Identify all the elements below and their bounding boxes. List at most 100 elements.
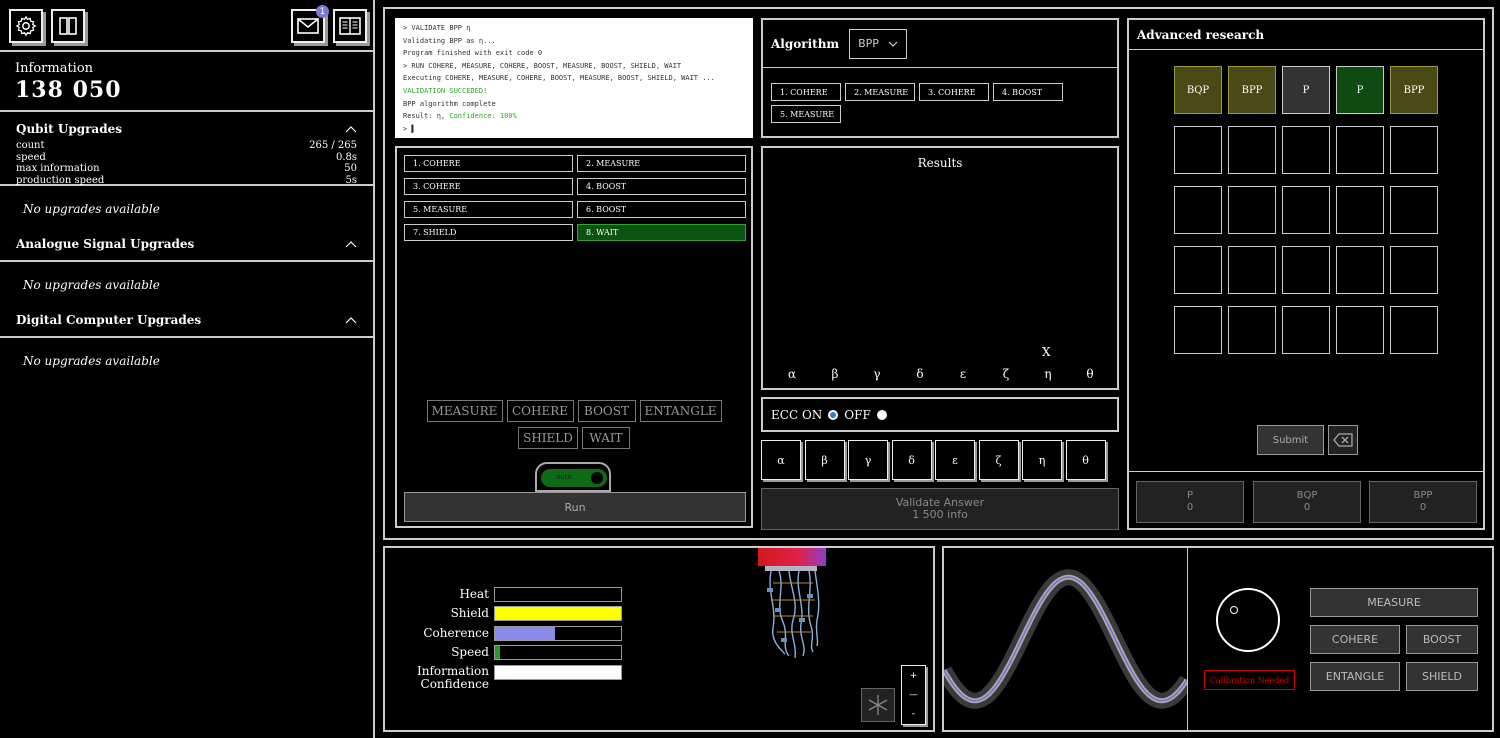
research-cell-empty[interactable] bbox=[1336, 306, 1384, 354]
notification-badge: 1 bbox=[316, 5, 329, 18]
knob-indicator bbox=[1230, 606, 1238, 614]
research-cell-empty[interactable] bbox=[1390, 186, 1438, 234]
research-backspace-button[interactable] bbox=[1328, 425, 1358, 455]
research-cell-empty[interactable] bbox=[1336, 186, 1384, 234]
answer-button-gamma[interactable]: γ bbox=[848, 440, 888, 480]
mail-icon bbox=[297, 18, 319, 34]
analogue-upgrades-header[interactable]: Analogue Signal Upgrades bbox=[0, 228, 373, 262]
zoom-reset-button[interactable]: — bbox=[909, 690, 918, 700]
research-cell-empty[interactable] bbox=[1282, 246, 1330, 294]
research-total-bqp[interactable]: BQP 0 bbox=[1253, 481, 1361, 523]
ecc-on-label: ECC ON bbox=[771, 407, 823, 422]
program-step[interactable]: 1. COHERE bbox=[404, 155, 573, 172]
algorithm-panel: Algorithm BPP 1. COHERE 2. MEASURE 3. CO… bbox=[761, 18, 1119, 138]
research-cell-empty[interactable] bbox=[1174, 186, 1222, 234]
signal-measure-button[interactable]: MEASURE bbox=[1310, 588, 1478, 617]
auto-run-toggle[interactable]: auto bbox=[535, 462, 611, 492]
cmd-cohere-button[interactable]: COHERE bbox=[506, 400, 574, 422]
research-cell-filled[interactable]: BPP bbox=[1390, 66, 1438, 114]
layout-button[interactable] bbox=[51, 9, 85, 43]
results-title: Results bbox=[917, 156, 963, 170]
program-step[interactable]: 5. MEASURE bbox=[404, 201, 573, 218]
research-cell-empty[interactable] bbox=[1174, 306, 1222, 354]
research-cell-empty[interactable] bbox=[1336, 246, 1384, 294]
program-step[interactable]: 2. MEASURE bbox=[577, 155, 746, 172]
log-button[interactable] bbox=[333, 9, 367, 43]
answer-button-zeta[interactable]: ζ bbox=[978, 440, 1019, 480]
program-step[interactable]: 4. BOOST bbox=[577, 178, 746, 195]
answer-button-theta[interactable]: θ bbox=[1065, 440, 1106, 480]
research-cell-filled[interactable]: P bbox=[1336, 66, 1384, 114]
program-step[interactable]: 7. SHIELD bbox=[404, 224, 573, 241]
signal-boost-button[interactable]: BOOST bbox=[1406, 625, 1478, 654]
algorithm-header: Algorithm BPP bbox=[763, 20, 1117, 68]
meter-label: Information Confidence bbox=[416, 664, 489, 691]
answer-button-delta[interactable]: δ bbox=[891, 440, 932, 480]
research-cell-empty[interactable] bbox=[1336, 126, 1384, 174]
cmd-shield-button[interactable]: SHIELD bbox=[518, 427, 578, 449]
meter-label: Shield bbox=[450, 606, 489, 620]
meter-bar bbox=[494, 645, 622, 660]
stat-row: speed 0.8s bbox=[16, 151, 357, 163]
console-line: Executing COHERE, MEASURE, COHERE, BOOST… bbox=[403, 74, 715, 83]
research-total-bpp[interactable]: BPP 0 bbox=[1369, 481, 1477, 523]
main-workspace: > VALIDATE BPP η Validating BPP as η... … bbox=[383, 7, 1494, 540]
research-cell-empty[interactable] bbox=[1174, 126, 1222, 174]
research-cell-empty[interactable] bbox=[1390, 126, 1438, 174]
research-total-p[interactable]: P 0 bbox=[1136, 481, 1244, 523]
cmd-wait-button[interactable]: WAIT bbox=[582, 427, 630, 449]
research-cell-filled[interactable]: P bbox=[1282, 66, 1330, 114]
results-panel: Results X α β γ δ ε ζ η θ bbox=[761, 146, 1119, 390]
calibration-knob[interactable] bbox=[1216, 588, 1280, 652]
research-cell-empty[interactable] bbox=[1228, 306, 1276, 354]
results-axis-label: γ bbox=[873, 367, 881, 381]
answer-button-beta[interactable]: β bbox=[804, 440, 845, 480]
answer-button-alpha[interactable]: α bbox=[761, 440, 801, 480]
research-cell-empty[interactable] bbox=[1282, 126, 1330, 174]
backspace-icon bbox=[1333, 433, 1353, 447]
research-submit-button[interactable]: Submit bbox=[1257, 425, 1324, 455]
zoom-in-button[interactable]: + bbox=[910, 671, 918, 681]
cmd-entangle-button[interactable]: ENTANGLE bbox=[639, 400, 722, 422]
ecc-off-radio[interactable] bbox=[876, 409, 887, 420]
meter-fill bbox=[495, 627, 556, 640]
algorithm-select[interactable]: BPP bbox=[849, 28, 908, 59]
research-cell-empty[interactable] bbox=[1390, 246, 1438, 294]
research-cell-empty[interactable] bbox=[1228, 186, 1276, 234]
qubit-stats: count 265 / 265 speed 0.8s max information… bbox=[0, 140, 373, 186]
settings-button[interactable] bbox=[9, 9, 43, 43]
research-cell-empty[interactable] bbox=[1174, 246, 1222, 294]
signal-entangle-button[interactable]: ENTANGLE bbox=[1310, 662, 1400, 691]
research-cell-empty[interactable] bbox=[1282, 306, 1330, 354]
research-cell-filled[interactable]: BPP bbox=[1228, 66, 1276, 114]
research-cell-empty[interactable] bbox=[1390, 306, 1438, 354]
results-axis-label: θ bbox=[1086, 367, 1094, 381]
results-axis-label: δ bbox=[916, 367, 924, 381]
answer-button-epsilon[interactable]: ε bbox=[935, 440, 975, 480]
research-cell-empty[interactable] bbox=[1228, 126, 1276, 174]
cooling-button[interactable] bbox=[861, 688, 895, 722]
console-prompt[interactable]: > ▌ bbox=[403, 123, 745, 136]
console-line: Validating BPP as η... bbox=[403, 36, 496, 45]
answer-button-eta[interactable]: η bbox=[1022, 440, 1062, 480]
signal-shield-button[interactable]: SHIELD bbox=[1406, 662, 1478, 691]
cmd-measure-button[interactable]: MEASURE bbox=[426, 400, 503, 422]
ecc-on-radio[interactable] bbox=[828, 409, 839, 420]
signal-cohere-button[interactable]: COHERE bbox=[1310, 625, 1400, 654]
research-cell-filled[interactable]: BQP bbox=[1174, 66, 1222, 114]
messages-button[interactable]: 1 bbox=[291, 5, 329, 43]
program-step[interactable]: 6. BOOST bbox=[577, 201, 746, 218]
research-cell-empty[interactable] bbox=[1282, 186, 1330, 234]
program-step[interactable]: 3. COHERE bbox=[404, 178, 573, 195]
digital-upgrades-header[interactable]: Digital Computer Upgrades bbox=[0, 304, 373, 338]
program-step-active[interactable]: 8. WAIT bbox=[577, 224, 746, 241]
research-cell-empty[interactable] bbox=[1228, 246, 1276, 294]
run-button[interactable]: Run bbox=[404, 492, 746, 522]
zoom-control: + — - bbox=[901, 665, 926, 725]
command-palette-row-2: SHIELD WAIT bbox=[397, 427, 751, 449]
zoom-out-button[interactable]: - bbox=[912, 709, 915, 719]
digital-upgrades-title: Digital Computer Upgrades bbox=[16, 313, 202, 327]
chevron-down-icon bbox=[888, 41, 898, 47]
validate-answer-button[interactable]: Validate Answer 1 500 info bbox=[761, 488, 1119, 530]
cmd-boost-button[interactable]: BOOST bbox=[577, 400, 636, 422]
